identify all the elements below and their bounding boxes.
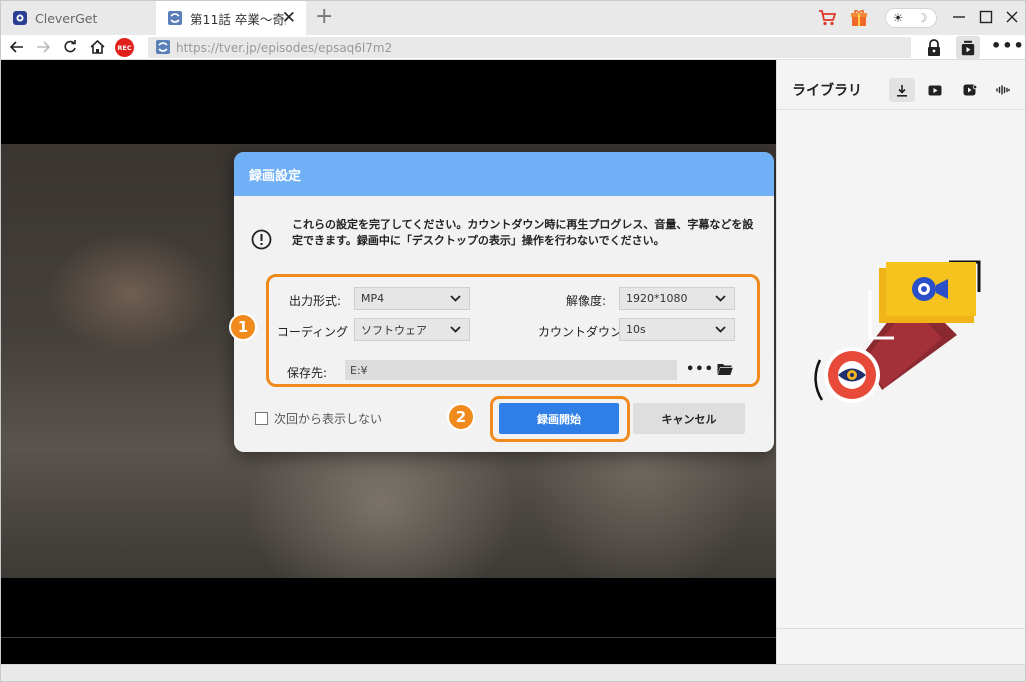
sun-icon: ☀ [892,11,904,25]
dont-show-again[interactable]: 次回から表示しない [255,410,382,427]
step-badge-2: 2 [447,403,475,431]
gift-icon[interactable] [849,7,869,29]
tab-home[interactable]: CleverGet [1,1,156,35]
theme-toggle[interactable]: ☀ ☽ [885,8,937,28]
save-to-label: 保存先: [287,366,328,380]
lock-icon[interactable] [926,39,942,56]
chevron-down-icon [715,295,726,302]
library-panel: ライブラリ [776,60,1025,664]
dont-show-label: 次回から表示しない [274,412,383,426]
output-format-select[interactable]: MP4 [354,287,470,310]
status-bar [1,664,1025,681]
close-tab-icon[interactable]: ✕ [282,9,296,27]
url-text: https://tver.jp/episodes/epsaq6l7m2 [176,40,393,55]
cleverget-logo-icon [13,11,27,25]
new-tab-button[interactable]: + [315,6,333,28]
dialog-message: これらの設定を完了してください。カウントダウン時に再生プログレス、音量、字幕など… [292,218,754,247]
forward-icon[interactable] [33,37,53,57]
library-title: ライブラリ [792,83,862,99]
save-path-value: E:¥ [350,363,368,377]
reload-icon[interactable] [60,37,80,57]
encoding-select[interactable]: ソフトウェア [354,318,470,341]
tab-label: 第11話 卒業〜奇跡 [190,11,286,27]
countdown-value: 10s [626,323,646,336]
home-icon[interactable] [87,37,107,57]
url-field[interactable]: https://tver.jp/episodes/epsaq6l7m2 [148,37,911,58]
library-tab-downloads[interactable] [889,78,915,102]
library-icon [961,40,975,55]
resolution-select[interactable]: 1920*1080 [619,287,735,310]
tab-label: CleverGet [35,10,98,26]
tab-episode[interactable]: 第11話 卒業〜奇跡 ✕ [156,1,306,35]
start-recording-button[interactable]: 録画開始 [499,403,619,434]
download-icon [897,84,907,97]
close-window-button[interactable] [1000,5,1024,29]
library-divider [777,628,1025,629]
tab-bar: CleverGet 第11話 卒業〜奇跡 ✕ + ☀ ☽ [1,1,1025,35]
record-video-icon [963,84,977,96]
recording-settings-dialog: 録画設定 これらの設定を完了してください。カウントダウン時に再生プログレス、音量… [234,152,774,452]
library-header: ライブラリ [777,60,1025,110]
countdown-label: カウントダウン: [538,325,627,339]
save-path-field[interactable]: E:¥ [345,360,677,380]
library-toggle-button[interactable] [956,36,980,59]
chevron-down-icon [450,295,461,302]
browse-more-button[interactable]: ••• [686,362,714,377]
resolution-value: 1920*1080 [626,292,688,305]
library-tab-recordings[interactable] [957,78,983,102]
more-menu-icon[interactable]: ••• [991,36,1025,55]
output-format-value: MP4 [361,292,385,305]
cart-icon[interactable] [817,7,837,29]
library-tab-audio[interactable] [990,78,1016,102]
step-badge-1: 1 [229,313,257,341]
open-folder-icon[interactable] [717,362,733,376]
video-divider [1,637,776,638]
chevron-down-icon [715,326,726,333]
address-bar: REC https://tver.jp/episodes/epsaq6l7m2 … [1,35,1025,60]
tver-favicon-icon [156,40,170,54]
maximize-button[interactable] [974,5,998,29]
moon-icon: ☽ [916,11,928,25]
record-button[interactable]: REC [115,38,134,57]
app-window: CleverGet 第11話 卒業〜奇跡 ✕ + ☀ ☽ [0,0,1026,682]
empty-library-illustration [814,260,981,403]
resolution-label: 解像度: [566,294,607,308]
library-tab-videos[interactable] [922,78,948,102]
tver-favicon-icon [168,11,182,25]
dialog-title: 録画設定 [234,152,774,196]
encoding-value: ソフトウェア [361,323,427,337]
chevron-down-icon [450,326,461,333]
output-format-label: 出力形式: [289,294,342,308]
encoding-label: コーディング: [276,325,348,339]
minimize-button[interactable] [947,5,971,29]
back-icon[interactable] [7,37,27,57]
audio-wave-icon [996,85,1010,95]
video-icon [928,85,942,95]
dont-show-checkbox[interactable] [255,412,268,425]
countdown-select[interactable]: 10s [619,318,735,341]
cancel-button[interactable]: キャンセル [633,403,745,434]
info-icon [251,229,272,250]
